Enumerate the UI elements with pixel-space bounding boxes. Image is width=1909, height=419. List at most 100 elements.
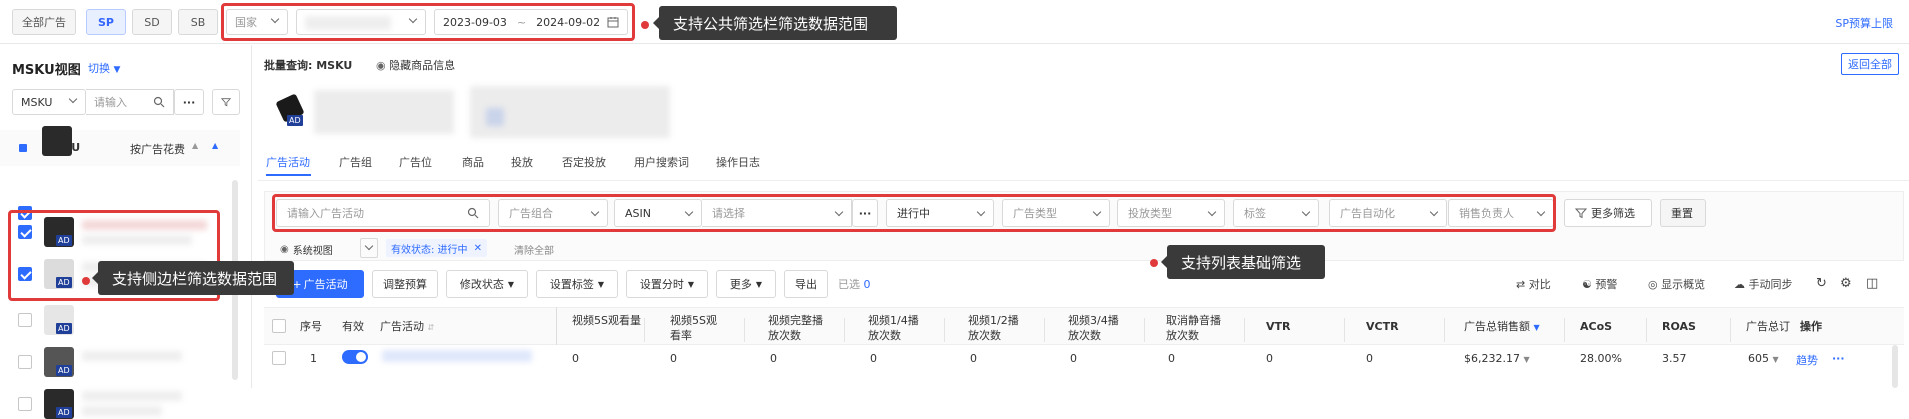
col-total-orders[interactable]: 广告总订 [1746,319,1790,334]
more-options-icon[interactable]: ··· [174,89,204,115]
top-filter-bar: 全部广告 SP SD SB 国家 2023-09-03 ~ 2024-09-02… [0,0,1909,44]
chevron-down-icon[interactable]: ▼ [1523,355,1529,364]
sort-by-spend[interactable]: 按广告花费 [130,141,185,157]
product-thumbnail: AD [44,305,74,335]
filter-icon[interactable] [212,89,240,115]
blurred-product-block-1 [314,90,454,134]
col-campaign-label: 广告活动 [380,320,424,333]
sidebar-search-input[interactable]: 请输入 [86,89,174,115]
row-more-icon[interactable]: ··· [1832,352,1845,365]
switch-view-button[interactable]: 切换 ▼ [88,60,120,76]
table-scrollbar[interactable] [1892,345,1898,388]
view-dropdown[interactable] [360,238,378,258]
more-filters-button[interactable]: 更多筛选 [1564,199,1652,227]
tab-all-ads[interactable]: 全部广告 [12,9,76,35]
tab-campaigns[interactable]: 广告活动 [266,154,310,170]
more-label: 更多 [729,278,752,291]
compare-button[interactable]: ⇄ 对比 [1516,276,1551,292]
eye-off-icon: ◎ [1648,278,1658,291]
trend-link[interactable]: 趋势 [1796,352,1818,368]
chevron-down-icon[interactable]: ▼ [1773,355,1779,364]
tab-sp[interactable]: SP [86,9,126,35]
col-video-complete[interactable]: 视频完整播放次数 [768,313,824,343]
tab-ad-groups[interactable]: 广告组 [339,154,372,170]
callout-sidebar: 支持侧边栏筛选数据范围 [92,261,294,295]
manual-sync-button[interactable]: ☁ 手动同步 [1734,276,1793,292]
selected-count: 已选 0 [838,276,871,292]
cell-roas: 3.57 [1662,352,1687,365]
ad-badge: AD [56,323,72,334]
col-video-q1[interactable]: 视频1/4播放次数 [868,313,928,343]
set-schedule-button[interactable]: 设置分时 ▼ [626,270,708,298]
refresh-icon[interactable]: ↻ [1816,276,1827,291]
col-acos[interactable]: ACoS [1580,319,1612,334]
select-all-checkbox[interactable] [19,144,27,152]
search-type-value: MSKU [21,95,53,109]
chevron-down-icon [69,96,77,104]
set-tag-button[interactable]: 设置标签 ▼ [536,270,618,298]
tab-search-terms[interactable]: 用户搜索词 [634,154,689,170]
tab-placements[interactable]: 广告位 [399,154,432,170]
chevron-down-icon [365,243,373,251]
back-to-all-button[interactable]: 返回全部 [1841,53,1899,75]
adjust-budget-button[interactable]: 调整预算 [372,270,438,298]
hide-info-label: 隐藏商品信息 [389,59,456,72]
view-select[interactable]: ◉ 系统视图 [280,240,333,258]
row-checkbox[interactable] [272,351,286,365]
modify-status-button[interactable]: 修改状态 ▼ [446,270,528,298]
batch-query-label: 批量查询: MSKU [264,59,353,72]
cell-video-q1: 0 [870,352,877,365]
sp-budget-link[interactable]: SP预算上限 [1835,15,1893,31]
alert-button[interactable]: ☯ 预警 [1582,276,1617,292]
column-layout-icon[interactable]: ◫ [1866,276,1878,291]
search-type-select[interactable]: MSKU [12,89,86,115]
create-label: 广告活动 [303,278,348,291]
eye-icon: ◉ [376,59,386,72]
enabled-toggle[interactable] [342,350,368,364]
tab-sd[interactable]: SD [132,9,172,35]
table-select-all-checkbox[interactable] [272,319,286,333]
col-campaign[interactable]: 广告活动 ⇵ [380,319,434,335]
product-thumbnail: AD [44,389,74,419]
row-checkbox-3[interactable] [18,313,32,327]
bell-icon: ☯ [1582,278,1592,291]
clear-all-link[interactable]: 清除全部 [514,242,554,257]
close-icon[interactable]: ✕ [474,243,482,254]
more-actions-button[interactable]: 更多 ▼ [716,270,776,298]
tab-sb[interactable]: SB [178,9,218,35]
tab-negative-targeting[interactable]: 否定投放 [562,154,606,170]
reset-button[interactable]: 重置 [1660,199,1706,227]
sort-caret-icon[interactable]: ▲ [192,141,198,150]
tab-operation-log[interactable]: 操作日志 [716,154,760,170]
active-tab-indicator [266,174,311,176]
sort-order-icon[interactable]: ▲ [212,141,218,150]
col-video-q3[interactable]: 视频3/4播放次数 [1068,313,1128,343]
settings-gear-icon[interactable]: ⚙ [1840,276,1852,291]
blurred-campaign-name[interactable] [382,350,532,362]
col-roas[interactable]: ROAS [1662,319,1696,334]
cell-video-half: 0 [970,352,977,365]
hide-product-info-button[interactable]: ◉ 隐藏商品信息 [376,57,455,73]
set-schedule-label: 设置分时 [639,278,684,291]
col-enabled: 有效 [342,320,364,333]
show-overview-button[interactable]: ◎ 显示概览 [1648,276,1705,292]
export-button[interactable]: 导出 [784,270,828,298]
col-video-5s-rate[interactable]: 视频5S观看率 [670,313,724,343]
more-filters-label: 更多筛选 [1591,207,1635,220]
set-tag-label: 设置标签 [549,278,594,291]
tab-products[interactable]: 商品 [462,154,484,170]
col-vctr[interactable]: VCTR [1366,319,1399,334]
sidebar: MSKU视图 切换 ▼ MSKU 请输入 ··· MSKU 按广告花费 ▲ ▲ … [0,45,294,419]
tab-targeting[interactable]: 投放 [511,154,533,170]
col-vtr[interactable]: VTR [1266,319,1291,334]
list-item[interactable] [0,126,252,220]
row-checkbox-4[interactable] [18,355,32,369]
col-unmute[interactable]: 取消静音播放次数 [1166,313,1226,343]
col-video-5s-views[interactable]: 视频5S观看量 [572,313,642,328]
sales-value: $6,232.17 [1464,352,1520,365]
overview-label: 显示概览 [1661,278,1706,291]
col-video-half[interactable]: 视频1/2播放次数 [968,313,1028,343]
product-image: AD [275,93,307,127]
row-checkbox-5[interactable] [18,397,32,411]
col-total-sales[interactable]: 广告总销售额 ▼ [1464,319,1540,335]
